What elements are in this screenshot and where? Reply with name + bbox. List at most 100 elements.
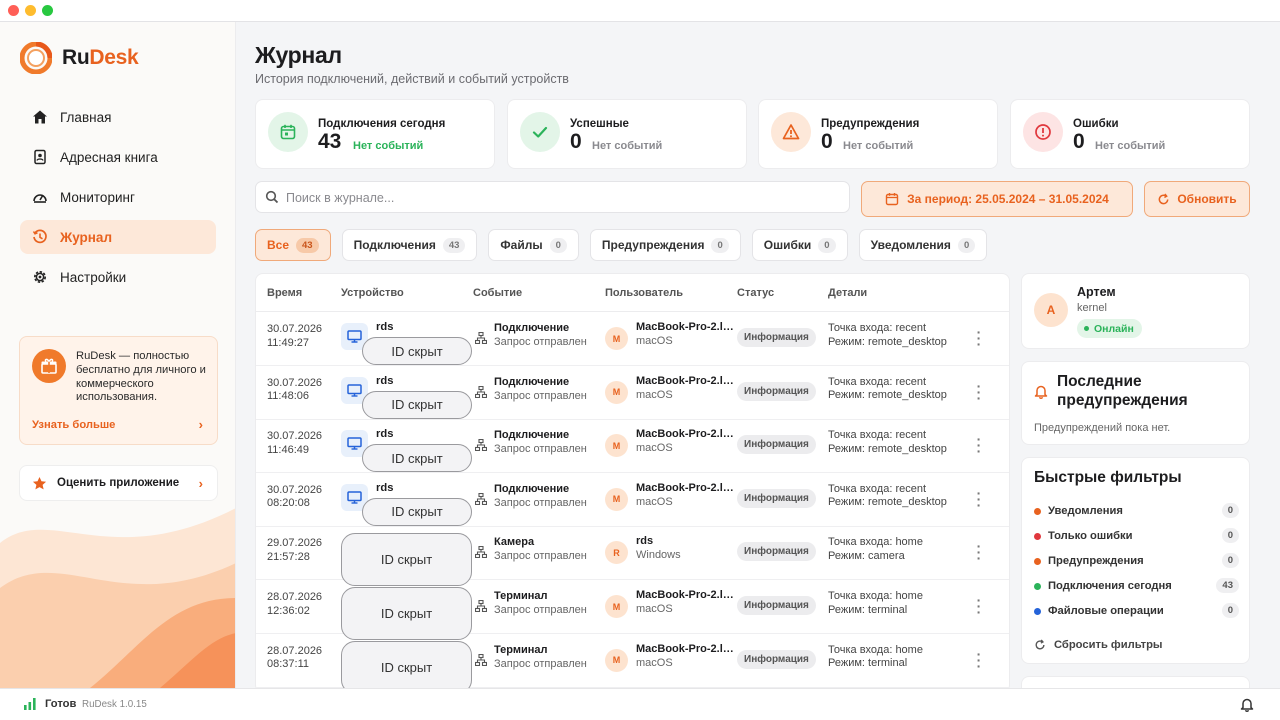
minimize-window-button[interactable] bbox=[25, 5, 36, 16]
refresh-button[interactable]: Обновить bbox=[1144, 181, 1250, 217]
event-date: 28.07.2026 bbox=[267, 644, 323, 657]
device-name: rds bbox=[376, 428, 394, 441]
more-options-icon[interactable]: · · · bbox=[974, 325, 984, 351]
signal-icon bbox=[24, 698, 36, 710]
more-options-icon[interactable]: · · · bbox=[974, 379, 984, 405]
network-icon bbox=[474, 385, 488, 403]
status-dot-icon bbox=[1034, 608, 1041, 615]
rate-app-button[interactable]: Оценить приложение › bbox=[19, 465, 218, 501]
table-row[interactable]: 29.07.2026 21:57:28 Камера Запрос отправлен… bbox=[256, 527, 1009, 587]
online-dot-icon bbox=[1084, 326, 1089, 331]
maximize-window-button[interactable] bbox=[42, 5, 53, 16]
recent-warnings-empty: Предупреждений пока нет. bbox=[1034, 422, 1171, 434]
event-date: 29.07.2026 bbox=[267, 537, 323, 550]
event-details: Точка входа: recent Режим: remote_desktop bbox=[828, 376, 947, 403]
home-icon bbox=[33, 110, 47, 124]
quick-filter-item[interactable]: Уведомления 0 bbox=[1034, 503, 1239, 519]
app-window: RuDesk Главная Адресная книга Мониторинг… bbox=[0, 0, 1280, 720]
table-row[interactable]: 30.07.2026 08:20:08 Подключение Запрос отпр… bbox=[256, 474, 1009, 527]
quick-filters-card: Быстрые фильтры Уведомления 0 Только ошибк… bbox=[1021, 457, 1250, 664]
table-row[interactable]: 30.07.2026 11:49:27 Подключение Запрос отпр… bbox=[256, 313, 1009, 366]
sidebar-item-home[interactable]: Главная bbox=[20, 100, 216, 134]
period-button[interactable]: За период: 25.05.2024 – 31.05.2024 bbox=[861, 181, 1133, 217]
star-icon bbox=[32, 476, 47, 489]
stat-value: 0 bbox=[1073, 130, 1085, 153]
close-window-button[interactable] bbox=[8, 5, 19, 16]
filter-count: 0 bbox=[818, 237, 836, 253]
event-time: 28.07.2026 08:37:11 bbox=[267, 645, 322, 672]
more-options-icon[interactable]: · · · bbox=[974, 432, 984, 458]
search-input[interactable] bbox=[286, 188, 836, 208]
event-subtitle: Запрос отправлен bbox=[494, 443, 587, 456]
page-title: Журнал bbox=[255, 42, 342, 68]
stat-label: Ошибки bbox=[1073, 118, 1119, 130]
column-header-details[interactable]: Детали bbox=[828, 287, 867, 299]
table-row[interactable]: 30.07.2026 11:46:49 Подключение Запрос отпр… bbox=[256, 420, 1009, 474]
column-header-status[interactable]: Статус bbox=[737, 287, 774, 299]
column-header-event[interactable]: Событие bbox=[473, 287, 522, 299]
event-clock: 21:57:28 bbox=[267, 550, 310, 563]
more-options-icon[interactable]: · · · bbox=[974, 486, 984, 512]
filter-label: Файлы bbox=[500, 238, 543, 252]
status-badge: Информация bbox=[737, 649, 816, 669]
sidebar-item-monitoring[interactable]: Мониторинг bbox=[20, 180, 216, 214]
filter-tab-warnings[interactable]: Предупреждения 0 bbox=[589, 229, 741, 261]
filter-tab-files[interactable]: Файлы 0 bbox=[488, 229, 579, 261]
column-header-time[interactable]: Время bbox=[267, 287, 302, 299]
event-type: Подключение bbox=[494, 482, 570, 495]
chevron-right-icon: › bbox=[198, 476, 203, 491]
table-row[interactable]: 28.07.2026 12:36:02 Терминал Запрос отправл… bbox=[256, 581, 1009, 640]
event-subtitle: Запрос отправлен bbox=[494, 336, 587, 348]
address-book-icon bbox=[34, 149, 46, 165]
event-type: Терминал bbox=[494, 590, 548, 602]
filter-tab-errors[interactable]: Ошибки 0 bbox=[751, 229, 848, 261]
entry-point: Точка входа: recent bbox=[828, 429, 927, 442]
quick-filter-label: Предупреждения bbox=[1048, 555, 1144, 567]
refresh-icon bbox=[1158, 192, 1169, 204]
quick-filter-item[interactable]: Предупреждения 0 bbox=[1034, 553, 1239, 569]
sidebar-item-journal[interactable]: Журнал bbox=[20, 220, 216, 254]
event-type: Терминал bbox=[494, 643, 548, 656]
sidebar-item-settings[interactable]: Настройки bbox=[20, 260, 216, 294]
more-options-icon[interactable]: · · · bbox=[974, 539, 984, 565]
stat-note: Нет событий bbox=[353, 140, 424, 152]
filter-tab-connections[interactable]: Подключения 43 bbox=[341, 229, 478, 261]
reset-filters-label: Сбросить фильтры bbox=[1054, 639, 1163, 651]
column-header-device[interactable]: Устройство bbox=[341, 287, 404, 299]
quick-filter-item[interactable]: Только ошибки 0 bbox=[1034, 528, 1239, 544]
learn-more-link[interactable]: Узнать больше bbox=[32, 419, 115, 431]
more-options-icon[interactable]: · · · bbox=[974, 647, 984, 673]
status-badge: Информация bbox=[737, 435, 816, 455]
network-icon bbox=[474, 545, 488, 563]
event-mode: Режим: terminal bbox=[828, 603, 908, 616]
status-dot-icon bbox=[1034, 508, 1041, 515]
quick-filter-item[interactable]: Подключения сегодня 43 bbox=[1034, 578, 1239, 594]
event-type: Камера bbox=[494, 536, 535, 549]
page-subtitle: История подключений, действий и событий … bbox=[255, 72, 569, 86]
filter-tab-all[interactable]: Все 43 bbox=[255, 229, 331, 261]
more-options-icon[interactable]: · · · bbox=[974, 593, 984, 619]
quick-filter-item[interactable]: Файловые операции 0 bbox=[1034, 603, 1239, 619]
journal-table: Время Устройство Событие Пользователь Ст… bbox=[255, 273, 1010, 693]
avatar: M bbox=[605, 487, 628, 511]
network-icon bbox=[474, 492, 488, 510]
notifications-bell-icon[interactable] bbox=[1240, 697, 1254, 712]
status-text: Готов bbox=[45, 698, 77, 710]
table-row[interactable]: 30.07.2026 11:48:06 Подключение Запрос отпр… bbox=[256, 367, 1009, 420]
device-name: rds bbox=[376, 321, 394, 333]
user-os: macOS bbox=[636, 656, 673, 669]
table-row[interactable]: 28.07.2026 08:37:11 Терминал Запрос отправл… bbox=[256, 635, 1009, 692]
app-logo: RuDesk bbox=[20, 42, 139, 74]
user-os: Windows bbox=[636, 549, 681, 562]
filter-tab-notifications[interactable]: Уведомления 0 bbox=[858, 229, 988, 261]
user-os: macOS bbox=[636, 442, 673, 455]
reset-filters-button[interactable]: Сбросить фильтры bbox=[1034, 639, 1162, 651]
filter-label: Уведомления bbox=[870, 238, 951, 252]
avatar: M bbox=[605, 434, 628, 458]
event-details: Точка входа: recent Режим: remote_desktop bbox=[828, 483, 947, 510]
column-header-user[interactable]: Пользователь bbox=[605, 287, 683, 299]
filter-count: 43 bbox=[442, 237, 466, 253]
sidebar-item-address-book[interactable]: Адресная книга bbox=[20, 140, 216, 174]
event-clock: 11:46:49 bbox=[267, 443, 310, 456]
event-subtitle: Запрос отправлен bbox=[494, 389, 587, 402]
